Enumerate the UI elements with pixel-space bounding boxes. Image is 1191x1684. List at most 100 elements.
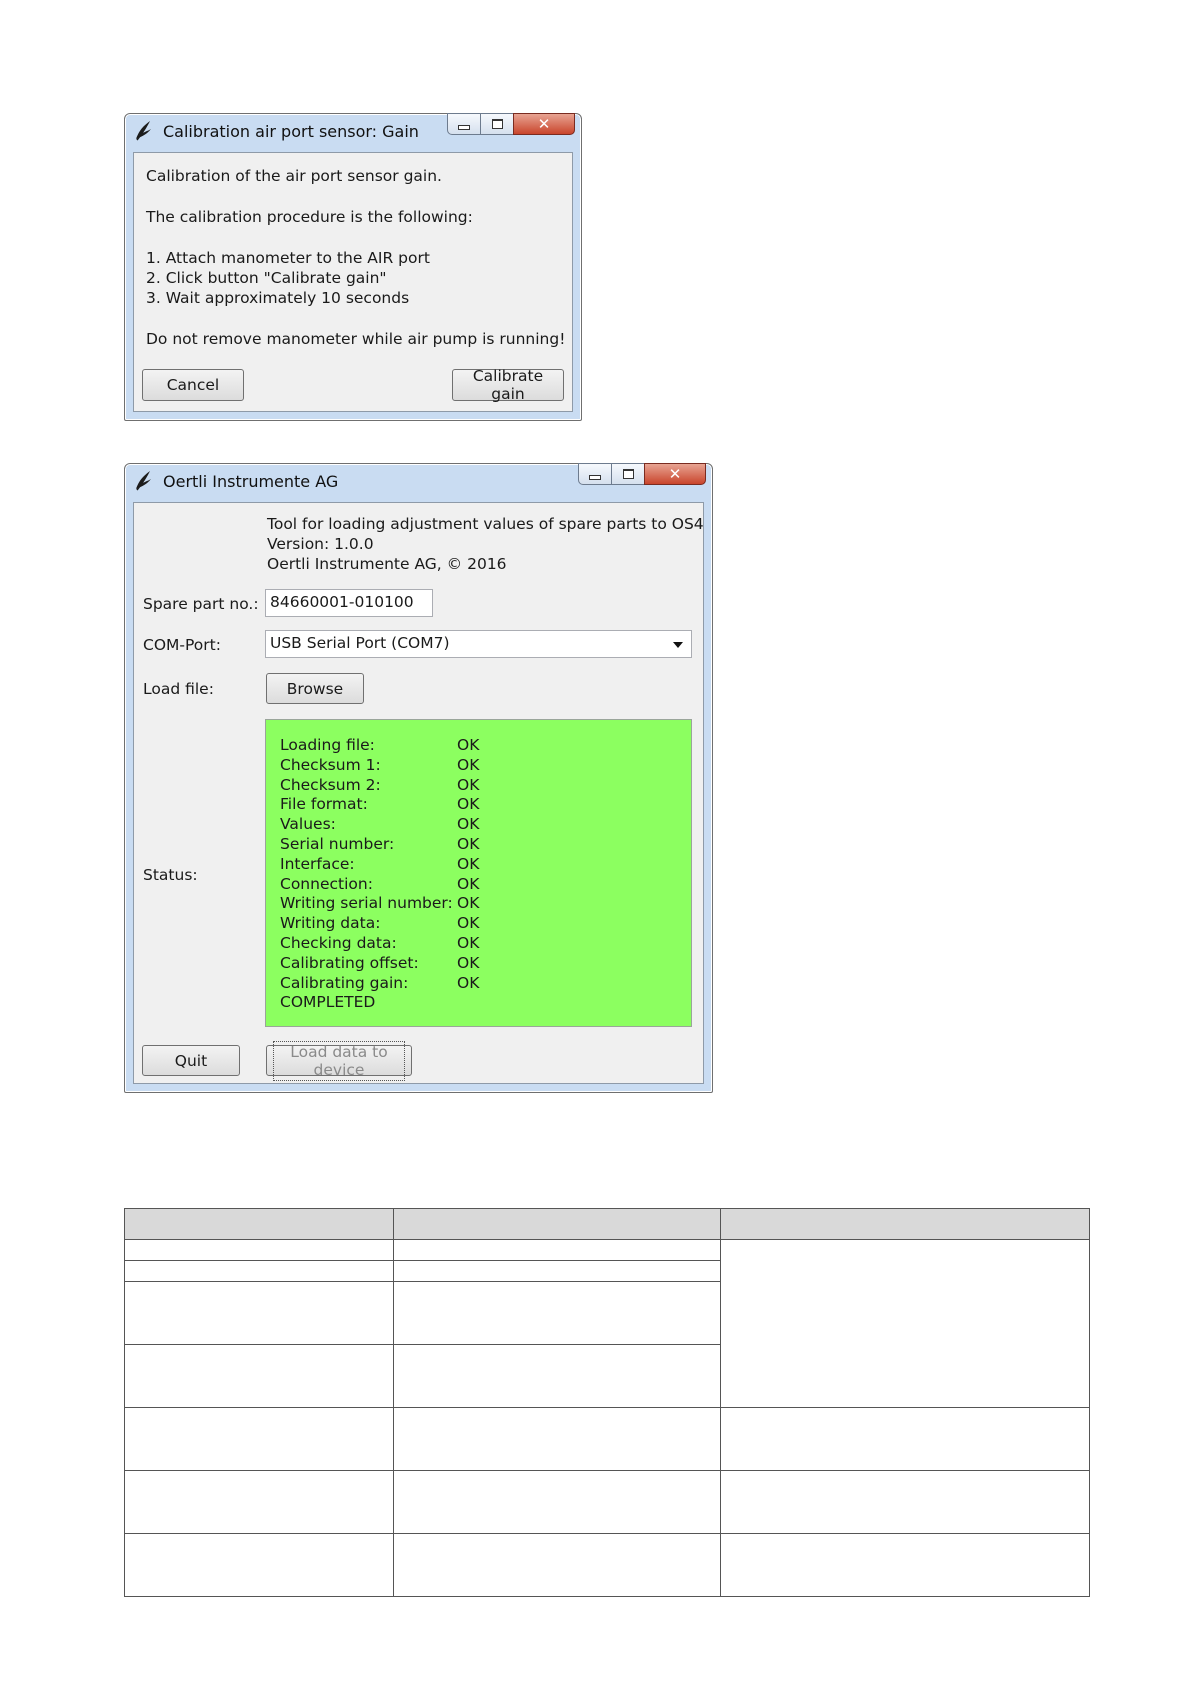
cancel-button[interactable]: Cancel <box>142 369 244 401</box>
spare-part-loader-window: Oertli Instrumente AG ✕ Tool for loading… <box>124 463 713 1093</box>
status-row-value: OK <box>457 934 480 952</box>
table-row <box>124 1239 1090 1408</box>
table-row <box>124 1533 1090 1597</box>
status-row-value: OK <box>457 775 480 794</box>
status-row-label: File format: <box>280 795 368 814</box>
chevron-down-icon[interactable] <box>673 642 683 648</box>
table-cell <box>124 1470 394 1534</box>
status-row-value: OK <box>457 914 480 933</box>
dialog-body: Calibration of the air port sensor gain.… <box>133 152 573 412</box>
status-row-label: Interface: <box>280 854 355 873</box>
maximize-button[interactable] <box>611 463 645 485</box>
close-button[interactable]: ✕ <box>644 463 706 485</box>
com-port-select[interactable]: USB Serial Port (COM7) <box>265 630 692 658</box>
table-cell-merged <box>720 1239 1090 1408</box>
status-row-value: OK <box>457 953 480 972</box>
table-cell <box>393 1260 721 1282</box>
table-header-cell <box>393 1208 721 1240</box>
intro-text: Calibration of the air port sensor gain. <box>146 167 442 185</box>
version-text: Version: 1.0.0 <box>267 535 374 553</box>
status-row-label: Checking data: <box>280 934 397 952</box>
minimize-icon <box>458 124 470 130</box>
status-row-value: OK <box>457 854 480 873</box>
status-row-value: OK <box>457 894 480 913</box>
status-row-value: OK <box>457 835 480 853</box>
status-row-label: Serial number: <box>280 835 395 853</box>
status-row-label: Checksum 1: <box>280 755 381 774</box>
table-cell <box>393 1344 721 1408</box>
step-3: 3. Wait approximately 10 seconds <box>146 289 410 307</box>
table-cell <box>124 1260 394 1282</box>
calibration-gain-dialog: Calibration air port sensor: Gain ✕ Cali… <box>124 113 582 421</box>
status-row-label: Checksum 2: <box>280 775 381 794</box>
load-file-label: Load file: <box>143 680 214 698</box>
spare-part-input[interactable]: 84660001-010100 <box>265 589 433 617</box>
status-row-value: OK <box>457 736 480 754</box>
status-row: Serial number: OK <box>280 835 479 853</box>
table-cell <box>124 1281 394 1345</box>
title-bar[interactable]: Calibration air port sensor: Gain ✕ <box>125 113 581 144</box>
status-row-value: OK <box>457 795 480 814</box>
spare-part-label: Spare part no.: <box>143 595 259 613</box>
quit-button[interactable]: Quit <box>142 1045 240 1076</box>
calibrate-gain-button[interactable]: Calibrate gain <box>452 367 564 403</box>
step-1: 1. Attach manometer to the AIR port <box>146 249 430 267</box>
status-row-value: OK <box>457 973 480 992</box>
status-row: Calibrating gain: OK <box>280 974 479 992</box>
status-row-label: Values: <box>280 815 336 834</box>
status-row-label: Loading file: <box>280 736 375 754</box>
status-row: Interface: OK <box>280 854 479 873</box>
status-row-label: Calibrating offset: <box>280 953 419 972</box>
status-row: Connection: OK <box>280 874 479 893</box>
status-row-label: Connection: <box>280 874 373 893</box>
maximize-icon <box>491 119 503 129</box>
title-bar[interactable]: Oertli Instrumente AG ✕ <box>125 463 712 494</box>
maximize-icon <box>622 469 634 479</box>
app-logo-icon <box>136 471 151 491</box>
status-row-value: OK <box>457 755 480 774</box>
status-completed-text: COMPLETED <box>280 993 376 1012</box>
status-row: File format: OK <box>280 795 479 814</box>
status-row: Checksum 1: OK <box>280 755 479 774</box>
status-row-label: Writing data: <box>280 914 381 933</box>
table-cell <box>393 1407 721 1471</box>
step-2: 2. Click button "Calibrate gain" <box>146 269 387 287</box>
status-row-label: Writing serial number: <box>280 894 453 913</box>
minimize-icon <box>589 474 601 480</box>
minimize-button[interactable] <box>578 463 612 485</box>
status-row: Checking data: OK <box>280 934 479 952</box>
table-header-cell <box>124 1208 394 1240</box>
load-data-button: Load data to device <box>266 1040 412 1081</box>
status-label: Status: <box>143 866 198 884</box>
status-panel: Loading file: OK Checksum 1: OK Checksum 2: O… <box>265 719 692 1027</box>
app-logo-icon <box>136 121 151 141</box>
table-cell <box>720 1407 1090 1471</box>
close-icon: ✕ <box>537 115 551 133</box>
status-row-value: OK <box>457 874 480 893</box>
status-row: Checksum 2: OK <box>280 775 479 794</box>
status-row-value: OK <box>457 815 480 834</box>
warning-text: Do not remove manometer while air pump i… <box>146 330 566 348</box>
browse-button[interactable]: Browse <box>266 673 364 704</box>
minimize-button[interactable] <box>447 113 481 135</box>
window-title: Oertli Instrumente AG <box>163 472 339 491</box>
table-cell <box>393 1533 721 1597</box>
table-cell <box>720 1533 1090 1597</box>
table-cell <box>393 1281 721 1345</box>
table-cell <box>124 1344 394 1408</box>
table-cell <box>393 1470 721 1534</box>
table-cell <box>124 1239 394 1261</box>
table-cell <box>124 1407 394 1471</box>
window-body: Tool for loading adjustment values of sp… <box>133 502 704 1084</box>
table-cell <box>720 1470 1090 1534</box>
empty-table <box>124 1208 1090 1597</box>
com-port-value: USB Serial Port (COM7) <box>270 634 450 652</box>
status-row: Writing serial number: OK <box>280 894 479 913</box>
dialog-title: Calibration air port sensor: Gain <box>163 122 419 141</box>
load-data-button-label: Load data to device <box>273 1040 405 1081</box>
status-row: Calibrating offset: OK <box>280 953 479 972</box>
close-icon: ✕ <box>668 465 682 483</box>
close-button[interactable]: ✕ <box>513 113 575 135</box>
maximize-button[interactable] <box>480 113 514 135</box>
table-cell <box>393 1239 721 1261</box>
